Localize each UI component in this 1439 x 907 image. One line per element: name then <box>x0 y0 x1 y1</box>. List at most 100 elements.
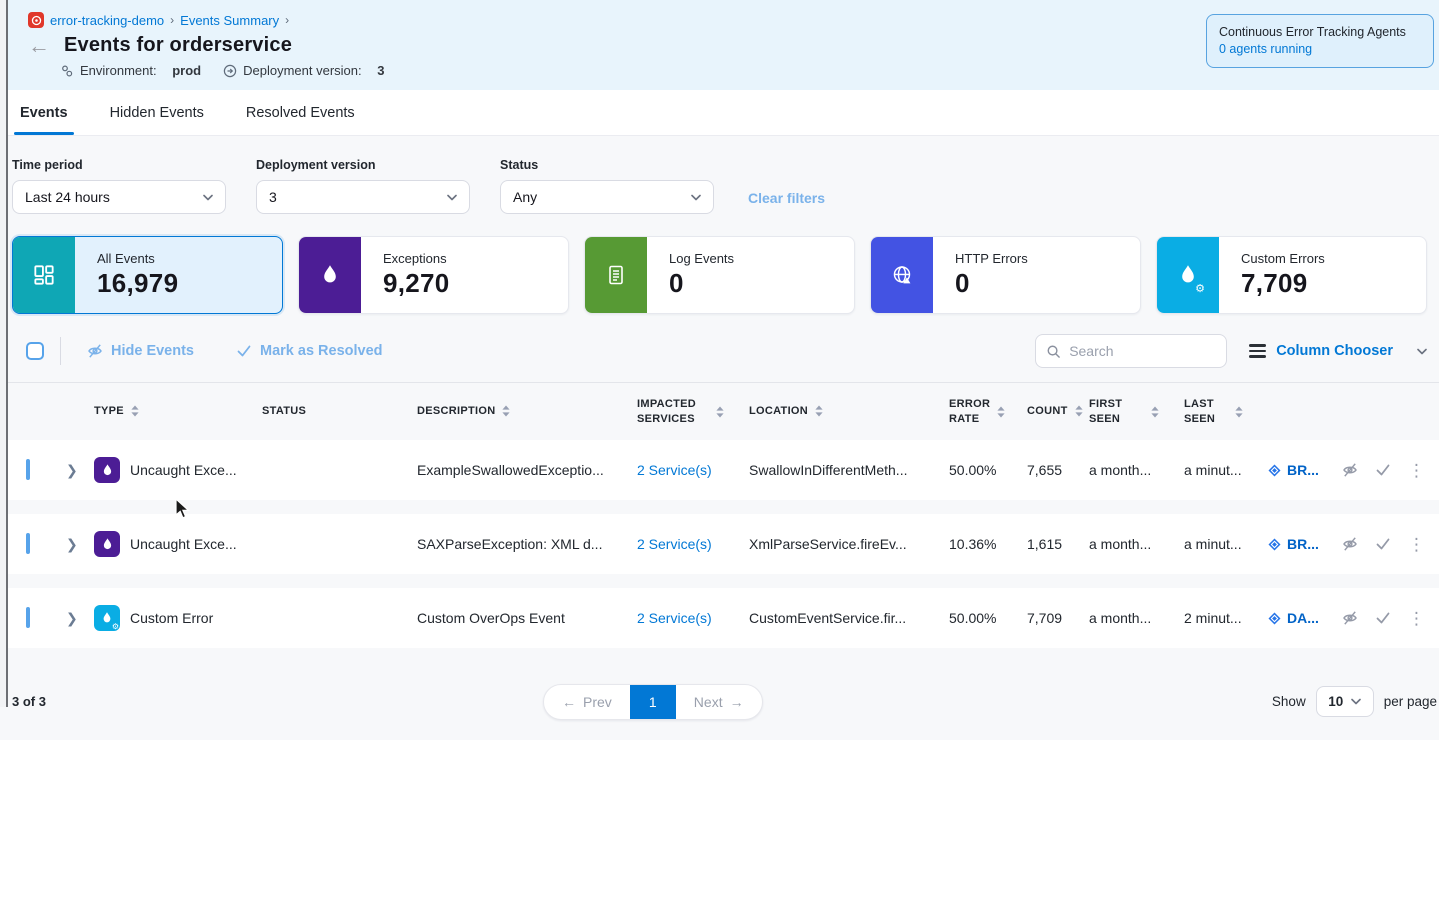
expand-row-icon[interactable]: ❯ <box>52 610 82 627</box>
hide-event-icon[interactable] <box>1342 610 1358 626</box>
agents-status-box: Continuous Error Tracking Agents 0 agent… <box>1206 14 1434 68</box>
arrow-right-icon: → <box>730 694 744 710</box>
column-header-location[interactable]: LOCATION <box>737 396 937 426</box>
table-row[interactable]: ❯ Uncaught Exce... SAXParseException: XM… <box>0 514 1439 574</box>
card-custom-errors[interactable]: ⚙ Custom Errors 7,709 <box>1156 236 1427 314</box>
table-row[interactable]: ❯ ⚙Custom Error Custom OverOps Event 2 S… <box>0 588 1439 648</box>
ticket-link[interactable]: DA... <box>1268 610 1336 626</box>
card-http-errors[interactable]: HTTP Errors 0 <box>870 236 1141 314</box>
sort-icon[interactable] <box>715 406 725 418</box>
select-all-checkbox[interactable] <box>26 342 44 360</box>
card-value: 9,270 <box>383 268 450 299</box>
resolve-event-icon[interactable] <box>1375 462 1391 478</box>
error-rate: 10.36% <box>937 536 1015 552</box>
ticket-link[interactable]: BR... <box>1268 462 1336 478</box>
resolve-event-icon[interactable] <box>1375 536 1391 552</box>
time-period-select[interactable]: Last 24 hours <box>12 180 226 214</box>
prev-page-button[interactable]: ←Prev <box>544 685 630 719</box>
column-header-type[interactable]: TYPE <box>82 396 250 426</box>
pager: ←Prev 1 Next→ <box>543 684 763 720</box>
eye-slash-icon <box>87 343 103 359</box>
row-checkbox[interactable] <box>26 459 30 480</box>
status-select[interactable]: Any <box>500 180 714 214</box>
event-count: 7,655 <box>1015 462 1077 478</box>
gear-icon: ⚙ <box>1195 284 1205 295</box>
row-menu-icon[interactable]: ⋮ <box>1408 610 1425 627</box>
ticket-link[interactable]: BR... <box>1268 536 1336 552</box>
column-header-status[interactable]: STATUS <box>250 396 405 426</box>
mark-resolved-button[interactable]: Mark as Resolved <box>236 343 383 359</box>
next-page-button[interactable]: Next→ <box>676 685 762 719</box>
table-row[interactable]: ❯ Uncaught Exce... ExampleSwallowedExcep… <box>0 440 1439 500</box>
sort-icon[interactable] <box>1150 406 1160 418</box>
breadcrumb-section[interactable]: Events Summary <box>180 13 279 28</box>
sort-icon[interactable] <box>130 405 140 417</box>
left-panel-edge <box>0 0 8 707</box>
sort-icon[interactable] <box>814 405 824 417</box>
card-value: 7,709 <box>1241 268 1325 299</box>
column-chooser-button[interactable]: Column Chooser <box>1249 343 1427 359</box>
expand-row-icon[interactable]: ❯ <box>52 462 82 479</box>
jira-diamond-icon <box>1268 538 1281 551</box>
event-count: 1,615 <box>1015 536 1077 552</box>
search-input[interactable] <box>1069 343 1209 359</box>
jira-diamond-icon <box>1268 612 1281 625</box>
custom-error-type-icon: ⚙ <box>94 605 120 631</box>
row-checkbox[interactable] <box>26 533 30 554</box>
pagination-bar: 3 of 3 ←Prev 1 Next→ Show 10 per page <box>0 662 1439 717</box>
hide-event-icon[interactable] <box>1342 462 1358 478</box>
back-arrow-icon[interactable]: ← <box>28 35 50 57</box>
row-menu-icon[interactable]: ⋮ <box>1408 462 1425 479</box>
status-label: Status <box>500 158 714 172</box>
menu-lines-icon <box>1249 344 1266 358</box>
tab-resolved-events[interactable]: Resolved Events <box>246 90 355 135</box>
error-tracking-icon <box>28 12 44 28</box>
resolve-event-icon[interactable] <box>1375 610 1391 626</box>
arrow-left-icon: ← <box>562 694 576 710</box>
page-title: Events for orderservice <box>64 34 292 57</box>
row-menu-icon[interactable]: ⋮ <box>1408 536 1425 553</box>
expand-row-icon[interactable]: ❯ <box>52 536 82 553</box>
page-number-button[interactable]: 1 <box>630 685 676 719</box>
row-checkbox[interactable] <box>26 607 30 628</box>
clear-filters-button[interactable]: Clear filters <box>748 190 825 206</box>
agents-box-title: Continuous Error Tracking Agents <box>1219 24 1421 41</box>
tab-events[interactable]: Events <box>20 90 68 135</box>
error-rate: 50.00% <box>937 462 1015 478</box>
breadcrumb-separator: › <box>170 13 174 27</box>
event-count: 7,709 <box>1015 610 1077 626</box>
impacted-services-link[interactable]: 2 Service(s) <box>637 462 712 478</box>
flame-icon <box>318 263 342 287</box>
column-header-last-seen[interactable]: LAST SEEN <box>1172 389 1256 434</box>
card-exceptions[interactable]: Exceptions 9,270 <box>298 236 569 314</box>
hide-event-icon[interactable] <box>1342 536 1358 552</box>
impacted-services-link[interactable]: 2 Service(s) <box>637 610 712 626</box>
breadcrumb-project[interactable]: error-tracking-demo <box>50 13 164 28</box>
filter-bar: Time period Last 24 hours Deployment ver… <box>0 158 1439 214</box>
hide-events-button[interactable]: Hide Events <box>87 343 194 359</box>
card-value: 0 <box>955 268 1028 299</box>
agents-running-link[interactable]: 0 agents running <box>1219 41 1421 58</box>
card-all-events[interactable]: All Events 16,979 <box>12 236 283 314</box>
column-header-count[interactable]: COUNT <box>1015 396 1077 426</box>
card-log-events[interactable]: Log Events 0 <box>584 236 855 314</box>
page-size-select[interactable]: 10 <box>1316 686 1374 717</box>
sort-icon[interactable] <box>996 406 1006 418</box>
sort-icon[interactable] <box>501 405 511 417</box>
tab-hidden-events[interactable]: Hidden Events <box>110 90 204 135</box>
column-header-error-rate[interactable]: ERROR RATE <box>937 389 1015 434</box>
chevron-down-icon <box>447 194 457 201</box>
column-header-description[interactable]: DESCRIPTION <box>405 396 625 426</box>
deployment-version-select[interactable]: 3 <box>256 180 470 214</box>
event-type: Uncaught Exce... <box>130 536 237 552</box>
column-header-impacted-services[interactable]: IMPACTED SERVICES <box>625 389 737 434</box>
column-header-first-seen[interactable]: FIRST SEEN <box>1077 389 1172 434</box>
impacted-services-link[interactable]: 2 Service(s) <box>637 536 712 552</box>
last-seen: a minut... <box>1172 536 1256 552</box>
deployment-value: 3 <box>377 63 384 78</box>
exception-type-icon <box>94 531 120 557</box>
table-header-row: TYPE STATUS DESCRIPTION IMPACTED SERVICE… <box>0 382 1439 440</box>
event-description: ExampleSwallowedExceptio... <box>405 462 625 478</box>
chevron-down-icon <box>203 194 213 201</box>
sort-icon[interactable] <box>1234 406 1244 418</box>
